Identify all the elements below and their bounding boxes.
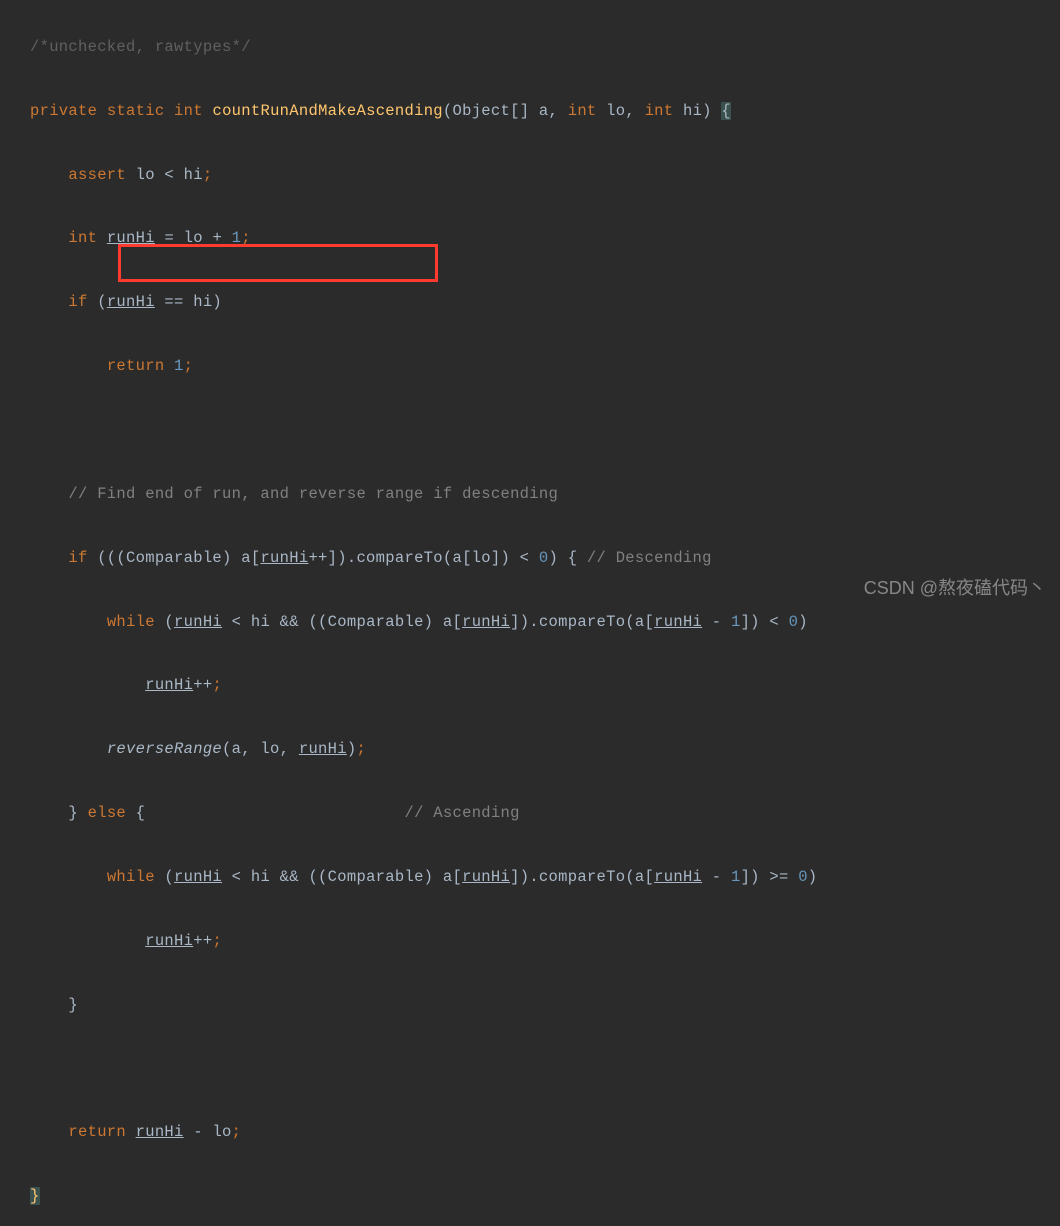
watermark: CSDN @熬夜磕代码丶 (864, 570, 1046, 607)
code-line-blank (30, 415, 1060, 447)
comment-desc: // Descending (587, 549, 712, 567)
keyword-while: while (107, 868, 155, 886)
code-line-10: reverseRange(a, lo, runHi); (30, 734, 1060, 766)
keyword-assert: assert (68, 166, 126, 184)
keyword-return: return (107, 357, 165, 375)
var-runHi: runHi (107, 229, 155, 247)
suppress-comment: /*unchecked, rawtypes*/ (30, 38, 251, 56)
code-line-4: if (runHi == hi) (30, 287, 1060, 319)
brace-open: { (721, 102, 731, 120)
method-name: countRunAndMakeAscending (212, 102, 442, 120)
code-line-5: return 1; (30, 351, 1060, 383)
code-line-0: /*unchecked, rawtypes*/ (30, 32, 1060, 64)
code-line-16: } (30, 1181, 1060, 1213)
code-line-3: int runHi = lo + 1; (30, 223, 1060, 255)
code-line-11: } else { // Ascending (30, 798, 1060, 830)
code-line-6: // Find end of run, and reverse range if… (30, 479, 1060, 511)
params: (Object[] a, (443, 102, 568, 120)
keyword-if: if (68, 549, 87, 567)
keyword-while: while (107, 613, 155, 631)
keyword-int: int (645, 102, 674, 120)
code-line-8: while (runHi < hi && ((Comparable) a[run… (30, 607, 1060, 639)
code-line-1: private static int countRunAndMakeAscend… (30, 96, 1060, 128)
keyword-return: return (68, 1123, 126, 1141)
code-line-2: assert lo < hi; (30, 160, 1060, 192)
keyword-else: else (88, 804, 126, 822)
brace-close: } (30, 1187, 40, 1205)
keyword-private: private (30, 102, 97, 120)
keyword-if: if (68, 293, 87, 311)
code-line-15: return runHi - lo; (30, 1117, 1060, 1149)
keyword-int: int (68, 229, 97, 247)
comment-asc: // Ascending (404, 804, 519, 822)
keyword-int: int (174, 102, 203, 120)
call-reverseRange: reverseRange (107, 740, 222, 758)
code-line-blank2 (30, 1053, 1060, 1085)
comment-find: // Find end of run, and reverse range if… (68, 485, 558, 503)
code-line-13: runHi++; (30, 926, 1060, 958)
keyword-static: static (107, 102, 165, 120)
keyword-int: int (568, 102, 597, 120)
code-line-12: while (runHi < hi && ((Comparable) a[run… (30, 862, 1060, 894)
code-editor[interactable]: /*unchecked, rawtypes*/ private static i… (0, 0, 1060, 1226)
code-line-9: runHi++; (30, 670, 1060, 702)
code-line-14: } (30, 990, 1060, 1022)
